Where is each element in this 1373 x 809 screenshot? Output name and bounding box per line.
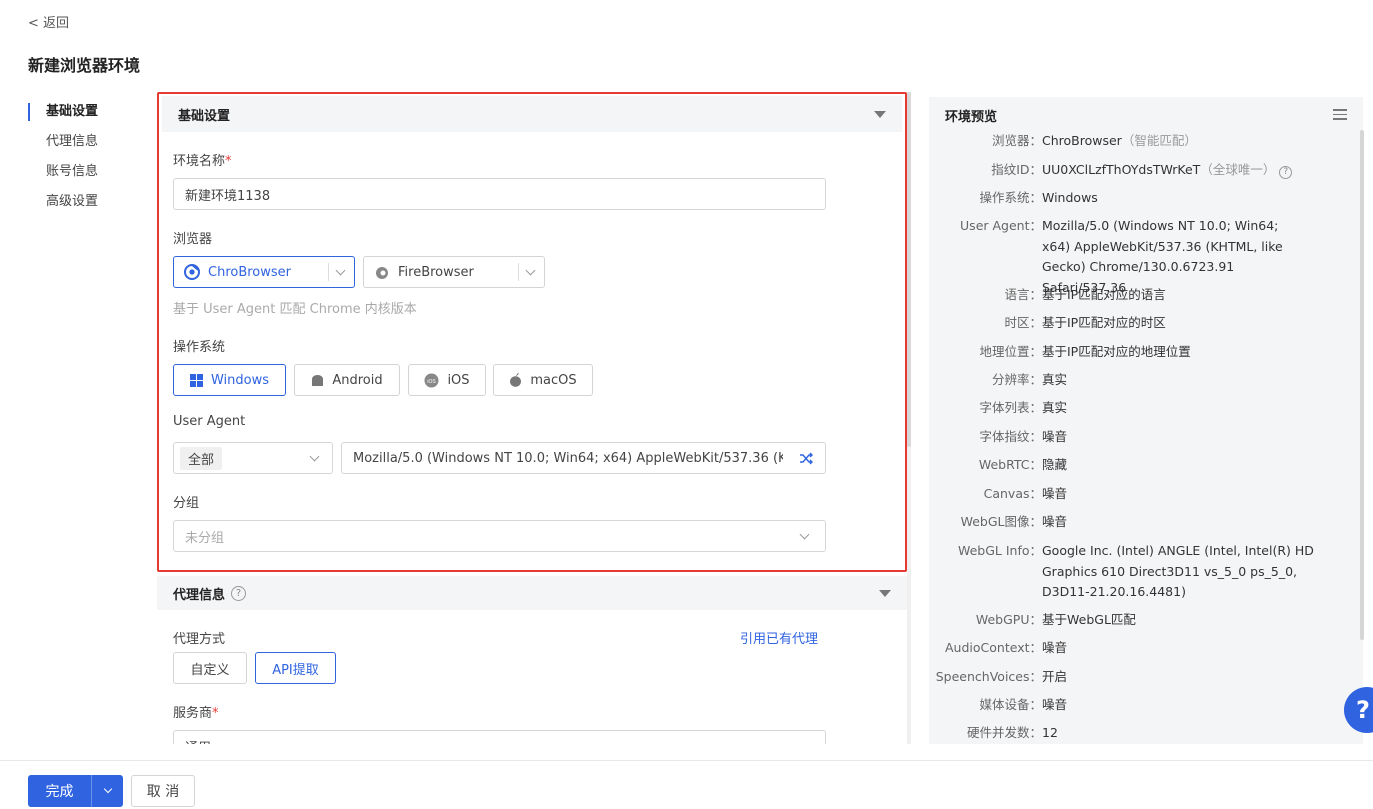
apple-icon <box>510 373 522 387</box>
preview-row-geolocation: 地理位置： 基于IP匹配对应的地理位置 <box>979 344 1191 359</box>
os-android-button[interactable]: Android <box>294 364 400 396</box>
collapse-caret-icon[interactable] <box>874 110 886 118</box>
preview-row-media-devices: 媒体设备： 噪音 <box>979 697 1068 712</box>
preview-row-canvas: Canvas： 噪音 <box>983 486 1068 501</box>
proxy-method-label: 代理方式 <box>173 632 226 647</box>
ua-label: User Agent <box>173 414 246 429</box>
use-existing-proxy-link[interactable]: 引用已有代理 <box>740 628 818 647</box>
ua-value: Mozilla/5.0 (Windows NT 10.0; Win64; x64… <box>353 450 783 466</box>
os-windows-button[interactable]: Windows <box>173 364 286 396</box>
basic-settings-section: 基础设置 环境名称* 新建环境1138 浏览器 ChroBrowser Fire… <box>157 92 907 572</box>
windows-icon <box>189 373 203 387</box>
env-name-label: 环境名称* <box>173 154 232 169</box>
nav-item-basic[interactable]: 基础设置 <box>28 100 138 130</box>
firefox-icon <box>376 267 388 279</box>
preview-row-audiocontext: AudioContext： 噪音 <box>945 640 1068 655</box>
preview-row-hardware-concurrency: 硬件并发数： 12 <box>966 725 1058 740</box>
chrome-icon <box>184 264 200 280</box>
os-macos-label: macOS <box>530 372 577 388</box>
back-link[interactable]: < 返回 <box>28 12 69 31</box>
group-select[interactable]: 未分组 <box>173 520 826 552</box>
preview-title: 环境预览 <box>945 110 998 125</box>
page-title: 新建浏览器环境 <box>28 56 141 75</box>
preview-row-speech-voices: SpeenchVoices： 开启 <box>935 669 1068 684</box>
proxy-section-header: 代理信息 ? <box>157 576 907 610</box>
help-icon[interactable]: ? <box>231 585 247 601</box>
preview-row-webrtc: WebRTC： 隐藏 <box>978 457 1068 472</box>
preview-row-webgl-image: WebGL图像： 噪音 <box>960 514 1068 529</box>
preview-row-webgpu: WebGPU： 基于WebGL匹配 <box>975 612 1136 627</box>
help-icon[interactable]: ? <box>1279 165 1293 179</box>
proxy-method-custom[interactable]: 自定义 <box>173 652 247 684</box>
collapse-caret-icon[interactable] <box>879 589 891 597</box>
browser-chro-select[interactable]: ChroBrowser <box>173 256 355 288</box>
os-label: 操作系统 <box>173 340 226 355</box>
finish-button-group[interactable]: 完成 <box>28 775 123 807</box>
os-ios-button[interactable]: iOS iOS <box>408 364 486 396</box>
section-nav: 基础设置 代理信息 账号信息 高级设置 <box>28 100 138 220</box>
nav-item-advanced[interactable]: 高级设置 <box>28 190 138 220</box>
browser-chro-label: ChroBrowser <box>208 264 292 280</box>
form-panel: 基础设置 环境名称* 新建环境1138 浏览器 ChroBrowser Fire… <box>157 92 907 744</box>
basic-section-header: 基础设置 <box>162 96 902 132</box>
ua-filter-select[interactable]: 全部 <box>173 442 333 474</box>
os-android-label: Android <box>332 372 383 388</box>
nav-item-account[interactable]: 账号信息 <box>28 160 138 190</box>
preview-row-fingerprint: 指纹ID： UU0XClLzfThOYdsTWrKeT（全球唯一） ? <box>929 160 1349 181</box>
preview-row-resolution: 分辨率： 真实 <box>991 372 1068 387</box>
preview-row-fonts: 字体列表： 真实 <box>979 400 1068 415</box>
preview-row-os: 操作系统： Windows <box>979 190 1098 205</box>
chevron-down-icon <box>799 529 810 539</box>
preview-row-font-fingerprint: 字体指纹： 噪音 <box>979 429 1068 444</box>
shuffle-icon[interactable] <box>799 452 814 465</box>
group-placeholder: 未分组 <box>185 530 225 546</box>
os-ios-label: iOS <box>447 372 470 388</box>
svg-text:iOS: iOS <box>428 379 437 385</box>
proxy-section-title: 代理信息 ? <box>173 584 247 603</box>
footer-bar: 完成 取 消 <box>0 760 1373 809</box>
proxy-section: 代理信息 ? 代理方式 引用已有代理 自定义 API提取 服务商* 通用 ... <box>157 576 907 744</box>
chevron-down-icon <box>525 265 536 275</box>
chevron-down-icon <box>335 265 346 275</box>
ios-icon: iOS <box>424 373 439 387</box>
preview-row-browser: 浏览器： ChroBrowser（智能匹配） <box>991 133 1197 148</box>
chevron-down-icon <box>309 451 320 461</box>
finish-dropdown-button[interactable] <box>92 775 123 807</box>
provider-label: 服务商* <box>173 706 219 721</box>
preview-row-webgl-info: WebGL Info： Google Inc. (Intel) ANGLE (In… <box>957 543 1314 599</box>
browser-fire-select[interactable]: FireBrowser <box>363 256 545 288</box>
ua-filter-value: 全部 <box>180 446 223 470</box>
os-macos-button[interactable]: macOS <box>493 364 593 396</box>
list-collapse-icon[interactable] <box>1333 109 1347 121</box>
proxy-method-api[interactable]: API提取 <box>255 652 336 684</box>
group-label: 分组 <box>173 496 200 511</box>
cancel-button[interactable]: 取 消 <box>131 775 195 807</box>
basic-section-title: 基础设置 <box>178 108 231 124</box>
form-scrollbar-thumb[interactable] <box>907 92 911 447</box>
nav-item-proxy[interactable]: 代理信息 <box>28 130 138 160</box>
browser-hint: 基于 User Agent 匹配 Chrome 内核版本 <box>173 302 417 317</box>
finish-button[interactable]: 完成 <box>28 775 91 807</box>
os-windows-label: Windows <box>210 372 270 388</box>
preview-row-language: 语言： 基于IP匹配对应的语言 <box>1004 287 1166 302</box>
chevron-down-icon <box>103 784 112 794</box>
browser-fire-label: FireBrowser <box>398 264 474 280</box>
env-preview-panel: 环境预览 浏览器： ChroBrowser（智能匹配） 指纹ID： UU0XCl… <box>929 97 1363 744</box>
preview-row-timezone: 时区： 基于IP匹配对应的时区 <box>1004 315 1166 330</box>
ua-input[interactable]: Mozilla/5.0 (Windows NT 10.0; Win64; x64… <box>341 442 826 474</box>
android-icon <box>312 374 324 386</box>
env-name-input[interactable]: 新建环境1138 <box>173 178 826 210</box>
browser-label: 浏览器 <box>173 232 213 247</box>
preview-scrollbar[interactable] <box>1360 130 1364 640</box>
provider-select[interactable]: 通用 ... <box>173 730 826 744</box>
